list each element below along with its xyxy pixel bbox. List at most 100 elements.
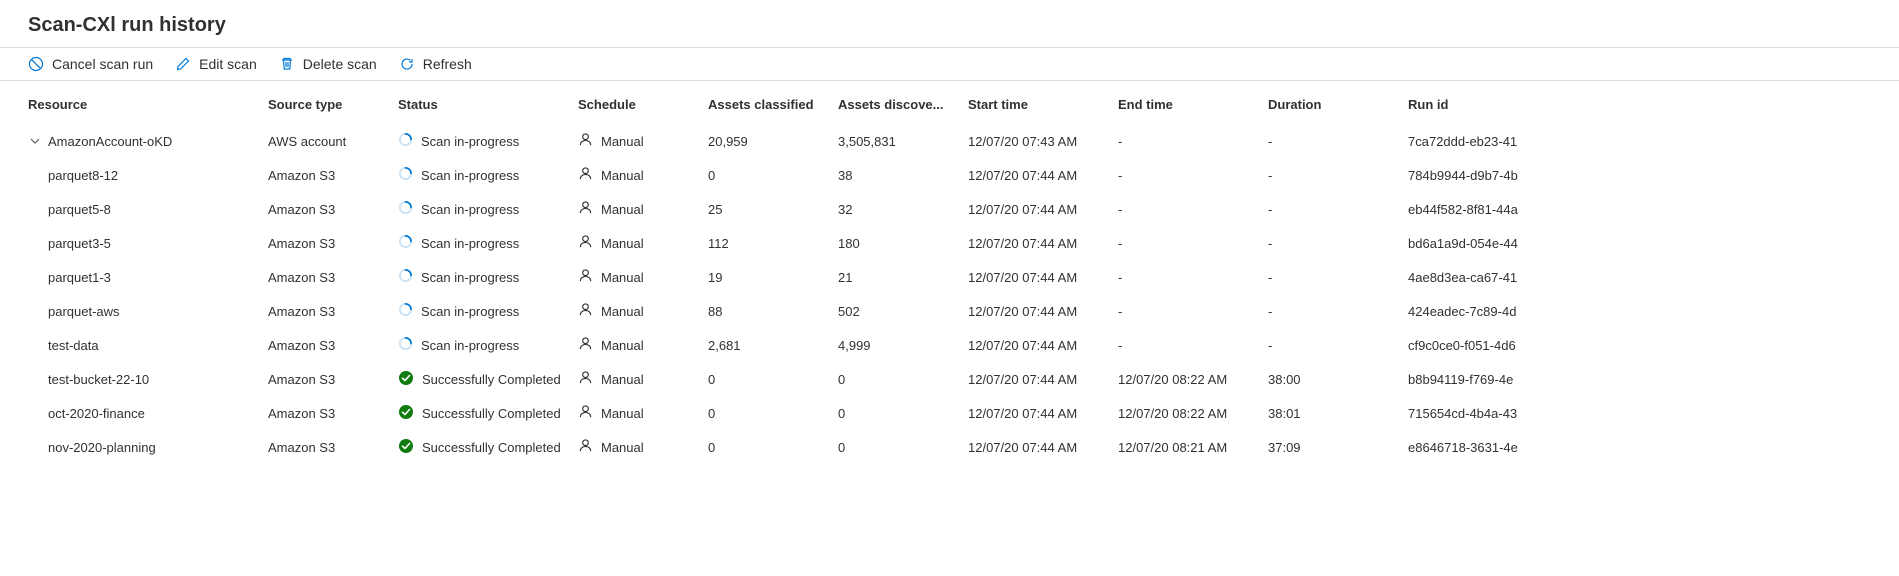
cancel-scan-button[interactable]: Cancel scan run	[28, 56, 153, 72]
run-id-cell: b8b94119-f769-4e	[1408, 366, 1578, 393]
success-icon	[398, 370, 414, 389]
person-icon	[578, 370, 593, 388]
resource-name: parquet1-3	[48, 270, 111, 285]
status-cell: Successfully Completed	[398, 432, 578, 463]
schedule-cell: Manual	[578, 398, 708, 428]
resource-name: parquet3-5	[48, 236, 111, 251]
table-row[interactable]: test-dataAmazon S3Scan in-progressManual…	[28, 328, 1871, 362]
col-source-type[interactable]: Source type	[268, 91, 398, 118]
run-id-cell: 715654cd-4b4a-43	[1408, 400, 1578, 427]
schedule-cell: Manual	[578, 432, 708, 462]
table-row[interactable]: test-bucket-22-10Amazon S3Successfully C…	[28, 362, 1871, 396]
col-end-time[interactable]: End time	[1118, 91, 1268, 118]
table-row[interactable]: parquet5-8Amazon S3Scan in-progressManua…	[28, 192, 1871, 226]
assets-discovered-cell: 0	[838, 434, 968, 461]
assets-discovered-cell: 32	[838, 196, 968, 223]
run-id-cell: 784b9944-d9b7-4b	[1408, 162, 1578, 189]
schedule-cell: Manual	[578, 194, 708, 224]
success-icon	[398, 438, 414, 457]
resource-name: AmazonAccount-oKD	[48, 134, 172, 149]
col-run-id[interactable]: Run id	[1408, 91, 1578, 118]
duration-cell: -	[1268, 196, 1408, 223]
toolbar: Cancel scan run Edit scan Delete scan Re…	[0, 48, 1899, 80]
resource-name: parquet-aws	[48, 304, 120, 319]
person-icon	[578, 404, 593, 422]
edit-scan-label: Edit scan	[199, 56, 257, 72]
duration-cell: 38:01	[1268, 400, 1408, 427]
success-icon	[398, 404, 414, 423]
assets-classified-cell: 25	[708, 196, 838, 223]
schedule-text: Manual	[601, 270, 644, 285]
resource-cell: AmazonAccount-oKD	[28, 128, 268, 155]
resource-name: parquet8-12	[48, 168, 118, 183]
col-status[interactable]: Status	[398, 91, 578, 118]
resource-name: test-data	[48, 338, 99, 353]
end-time-cell: -	[1118, 162, 1268, 189]
schedule-cell: Manual	[578, 262, 708, 292]
schedule-cell: Manual	[578, 296, 708, 326]
progress-spinner-icon	[398, 336, 413, 354]
schedule-cell: Manual	[578, 364, 708, 394]
duration-cell: -	[1268, 162, 1408, 189]
resource-cell: parquet5-8	[28, 196, 268, 223]
duration-cell: -	[1268, 128, 1408, 155]
delete-scan-button[interactable]: Delete scan	[279, 56, 377, 72]
assets-discovered-cell: 38	[838, 162, 968, 189]
chevron-down-icon[interactable]	[28, 135, 42, 147]
table-row[interactable]: parquet3-5Amazon S3Scan in-progressManua…	[28, 226, 1871, 260]
source-type-cell: AWS account	[268, 128, 398, 155]
col-schedule[interactable]: Schedule	[578, 91, 708, 118]
schedule-text: Manual	[601, 168, 644, 183]
col-duration[interactable]: Duration	[1268, 91, 1408, 118]
schedule-cell: Manual	[578, 228, 708, 258]
assets-classified-cell: 20,959	[708, 128, 838, 155]
refresh-button[interactable]: Refresh	[399, 56, 472, 72]
duration-cell: -	[1268, 298, 1408, 325]
run-id-cell: 424eadec-7c89-4d	[1408, 298, 1578, 325]
delete-icon	[279, 56, 295, 72]
cancel-icon	[28, 56, 44, 72]
table-row[interactable]: oct-2020-financeAmazon S3Successfully Co…	[28, 396, 1871, 430]
assets-classified-cell: 2,681	[708, 332, 838, 359]
table-row[interactable]: nov-2020-planningAmazon S3Successfully C…	[28, 430, 1871, 464]
resource-name: test-bucket-22-10	[48, 372, 149, 387]
status-cell: Scan in-progress	[398, 126, 578, 156]
assets-discovered-cell: 4,999	[838, 332, 968, 359]
col-resource[interactable]: Resource	[28, 91, 268, 118]
run-id-cell: 7ca72ddd-eb23-41	[1408, 128, 1578, 155]
assets-classified-cell: 0	[708, 162, 838, 189]
table-row[interactable]: parquet8-12Amazon S3Scan in-progressManu…	[28, 158, 1871, 192]
col-assets-classified[interactable]: Assets classified	[708, 91, 838, 118]
progress-spinner-icon	[398, 166, 413, 184]
table-row[interactable]: parquet-awsAmazon S3Scan in-progressManu…	[28, 294, 1871, 328]
status-text: Scan in-progress	[421, 304, 519, 319]
status-cell: Scan in-progress	[398, 296, 578, 326]
table-row[interactable]: parquet1-3Amazon S3Scan in-progressManua…	[28, 260, 1871, 294]
assets-discovered-cell: 502	[838, 298, 968, 325]
assets-classified-cell: 0	[708, 400, 838, 427]
col-assets-discovered[interactable]: Assets discove...	[838, 91, 968, 118]
start-time-cell: 12/07/20 07:44 AM	[968, 434, 1118, 461]
duration-cell: 38:00	[1268, 366, 1408, 393]
source-type-cell: Amazon S3	[268, 366, 398, 393]
end-time-cell: -	[1118, 128, 1268, 155]
delete-scan-label: Delete scan	[303, 56, 377, 72]
assets-discovered-cell: 3,505,831	[838, 128, 968, 155]
assets-classified-cell: 112	[708, 230, 838, 257]
end-time-cell: 12/07/20 08:21 AM	[1118, 434, 1268, 461]
progress-spinner-icon	[398, 132, 413, 150]
end-time-cell: 12/07/20 08:22 AM	[1118, 400, 1268, 427]
status-cell: Scan in-progress	[398, 330, 578, 360]
edit-scan-button[interactable]: Edit scan	[175, 56, 257, 72]
schedule-text: Manual	[601, 202, 644, 217]
progress-spinner-icon	[398, 200, 413, 218]
person-icon	[578, 200, 593, 218]
refresh-icon	[399, 56, 415, 72]
status-text: Scan in-progress	[421, 338, 519, 353]
resource-cell: parquet3-5	[28, 230, 268, 257]
refresh-label: Refresh	[423, 56, 472, 72]
col-start-time[interactable]: Start time	[968, 91, 1118, 118]
schedule-cell: Manual	[578, 330, 708, 360]
table-row[interactable]: AmazonAccount-oKD AWS accountScan in-prog…	[28, 124, 1871, 158]
end-time-cell: -	[1118, 230, 1268, 257]
